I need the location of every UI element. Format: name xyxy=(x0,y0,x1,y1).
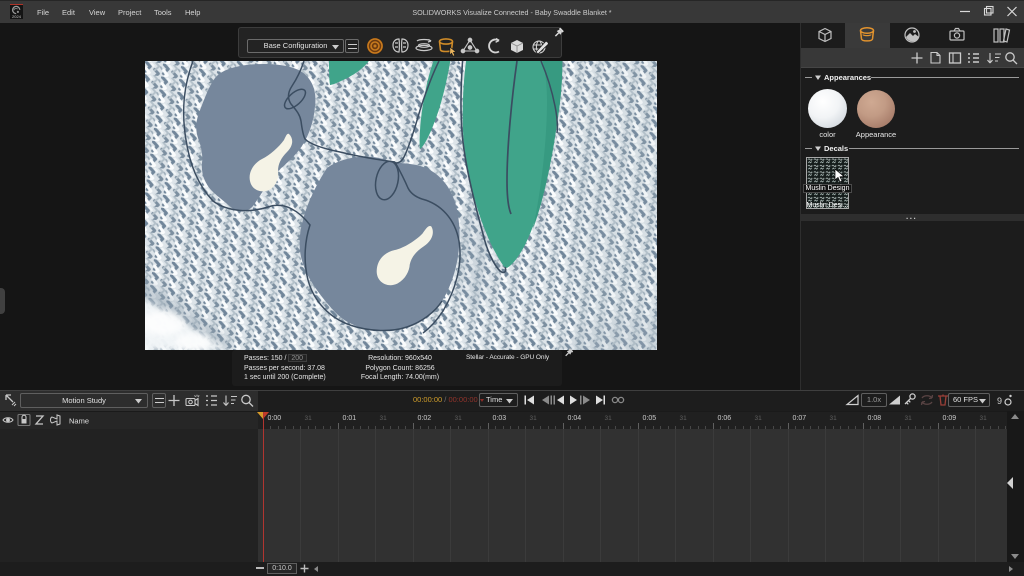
svg-text:9: 9 xyxy=(997,396,1002,406)
svg-text:Decals: Decals xyxy=(824,144,848,153)
svg-text:Appearances: Appearances xyxy=(824,73,871,82)
svg-text:Name: Name xyxy=(69,417,89,426)
